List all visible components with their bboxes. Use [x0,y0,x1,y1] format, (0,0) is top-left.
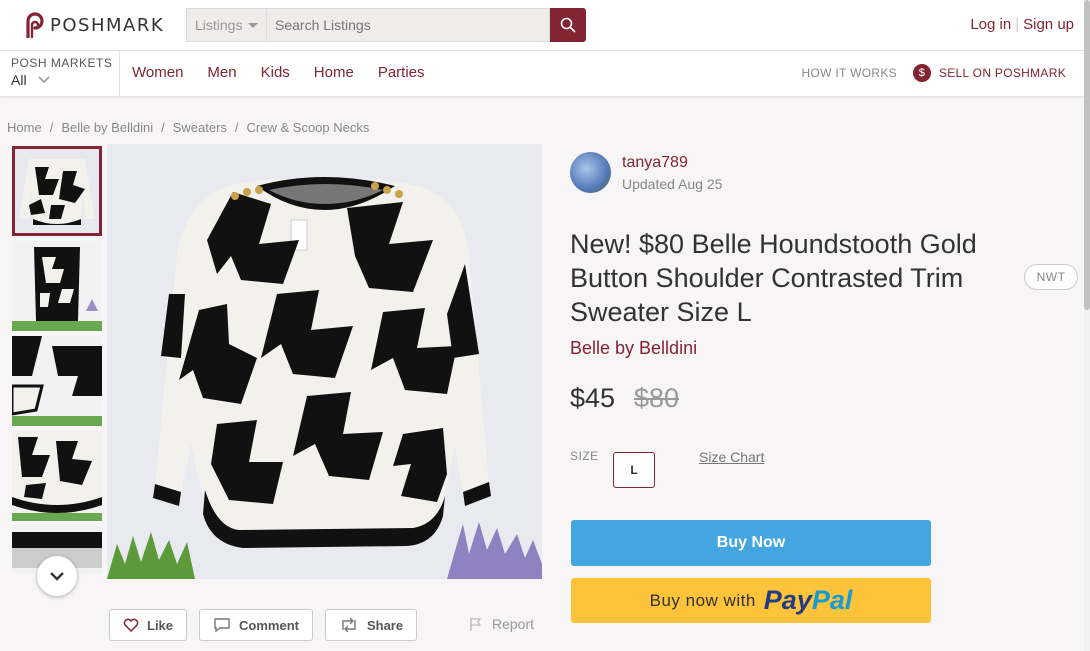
signup-link[interactable]: Sign up [1023,16,1074,33]
main-nav: POSH MARKETS All Women Men Kids Home Par… [0,51,1090,97]
seller-info: tanya789 Updated Aug 25 [570,152,722,193]
thumbnail-list [12,146,102,574]
breadcrumb-separator: / [49,120,54,135]
nav-divider [119,51,120,97]
search-input[interactable] [266,8,550,42]
like-button[interactable]: Like [109,609,188,641]
sweater-thumbnail-image [12,336,102,426]
seller-username[interactable]: tanya789 [622,154,722,172]
sweater-thumbnail-image [15,149,99,233]
search-category-label: Listings [195,17,243,33]
scrollbar-thumb[interactable] [1084,0,1090,310]
poshmark-logo[interactable]: POSHMARK [22,12,164,38]
poshmark-logo-icon [26,12,44,38]
how-it-works-link[interactable]: HOW IT WORKS [802,66,897,80]
breadcrumb-crew-neck[interactable]: Crew & Scoop Necks [247,120,370,135]
posh-markets-dropdown[interactable]: POSH MARKETS All [11,56,119,96]
flag-icon [470,618,482,631]
search-icon [560,17,576,33]
auth-links: Log in | Sign up [970,16,1074,33]
heart-icon [123,618,139,632]
share-icon [342,618,356,632]
auth-separator: | [1015,16,1020,33]
breadcrumb-brand[interactable]: Belle by Belldini [61,120,153,135]
size-label: SIZE [570,449,599,463]
chevron-down-icon [50,572,64,581]
listing-actions: Like Comment Share [109,609,418,641]
nav-link-kids[interactable]: Kids [261,64,290,81]
original-price: $80 [634,383,680,413]
breadcrumb-sweaters[interactable]: Sweaters [173,120,227,135]
paypal-logo: PayPal [764,585,853,616]
chevron-down-icon [37,76,50,84]
listing-title: New! $80 Belle Houndstooth Gold Button S… [570,229,977,327]
breadcrumb-home[interactable]: Home [7,120,42,135]
search-bar: Listings [186,8,586,42]
header: POSHMARK Listings Log in|Sign up [0,0,1090,51]
search-button[interactable] [550,8,586,42]
brand-link[interactable]: Belle by Belldini [570,338,697,359]
breadcrumb-separator: / [161,120,165,135]
paypal-logo-pay: Pay [763,585,812,615]
thumbnail-1[interactable] [12,146,102,236]
sweater-thumbnail-image [12,431,102,521]
updated-date: Updated Aug 25 [622,175,723,192]
share-button[interactable]: Share [324,609,418,641]
nav-link-men[interactable]: Men [207,64,236,81]
search-category-dropdown[interactable]: Listings [186,8,266,42]
sell-label: SELL ON POSHMARK [938,66,1066,80]
markets-value-text: All [11,72,27,88]
sweater-thumbnail-image [12,241,102,331]
report-link[interactable]: Report [468,616,534,632]
seller-avatar[interactable] [570,152,611,193]
like-label: Like [147,617,174,633]
comment-icon [214,618,230,633]
thumbnail-scroll-down-button[interactable] [37,556,77,596]
posh-markets-value: All [11,72,119,88]
size-option[interactable]: L [613,452,655,488]
price: $45 [570,383,616,413]
login-link[interactable]: Log in [970,16,1011,33]
caret-down-icon [248,22,259,28]
sweater-image [107,144,542,579]
paypal-button[interactable]: Buy now with PayPal [571,578,931,623]
thumbnail-4[interactable] [12,431,102,521]
sell-on-poshmark-link[interactable]: $ SELL ON POSHMARK [912,64,1066,82]
breadcrumb: Home / Belle by Belldini / Sweaters / Cr… [7,120,369,135]
page-scrollbar[interactable] [1084,0,1090,651]
dollar-icon: $ [912,64,931,82]
thumbnail-2[interactable] [12,241,102,331]
logo-text: POSHMARK [50,14,165,36]
size-chart-link[interactable]: Size Chart [699,449,764,465]
nav-link-women[interactable]: Women [132,64,183,81]
share-label: Share [366,617,404,633]
comment-button[interactable]: Comment [199,609,313,641]
category-links: Women Men Kids Home Parties [132,64,425,81]
thumbnail-3[interactable] [12,336,102,426]
breadcrumb-separator: / [234,120,239,135]
paypal-logo-pal: Pal [811,585,853,615]
report-label: Report [492,616,535,632]
nwt-badge: NWT [1024,264,1078,290]
seller-text: tanya789 Updated Aug 25 [622,154,722,192]
nav-right: HOW IT WORKS $ SELL ON POSHMARK [802,64,1066,82]
buy-now-label: Buy Now [716,534,786,551]
paypal-text: Buy now with [649,590,756,610]
main-product-image[interactable] [107,144,542,579]
nav-link-home[interactable]: Home [314,64,354,81]
nav-link-parties[interactable]: Parties [378,64,425,81]
comment-label: Comment [239,617,299,633]
buy-now-button[interactable]: Buy Now [571,520,931,566]
posh-markets-label: POSH MARKETS [11,56,113,70]
